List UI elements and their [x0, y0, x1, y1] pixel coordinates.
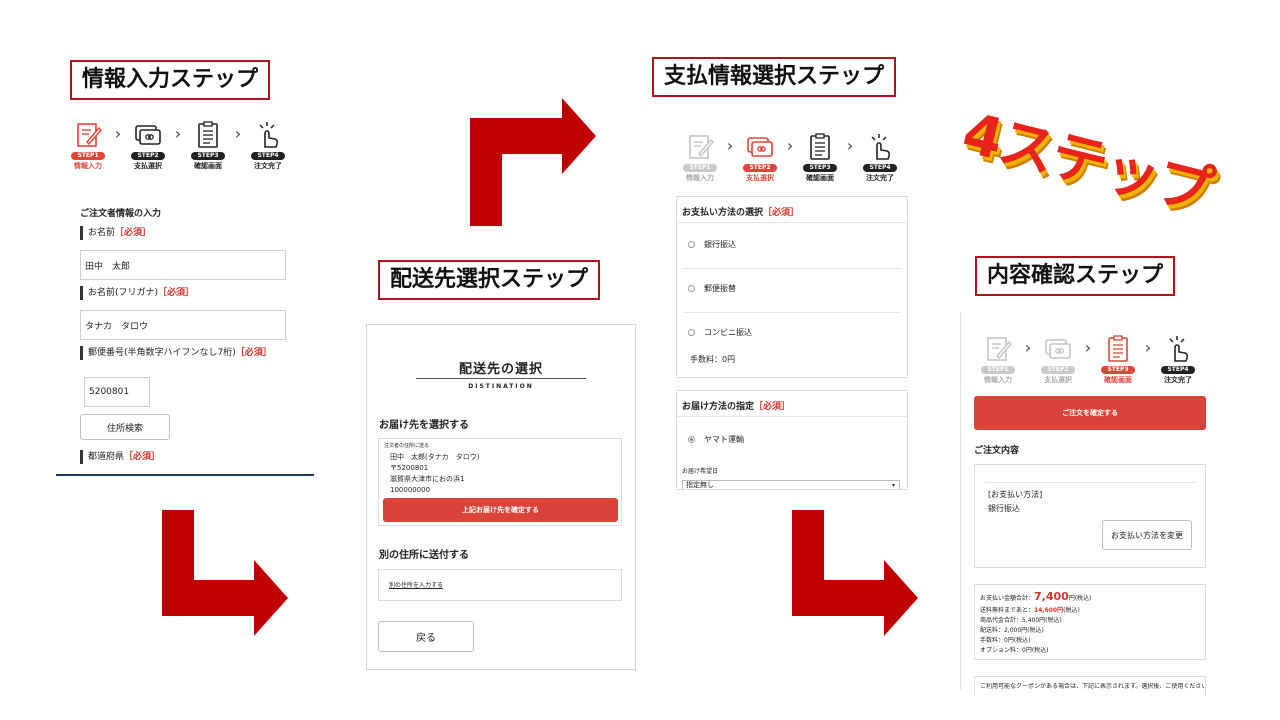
- title-destination: 配送先選択ステップ: [378, 260, 601, 300]
- payment-divider: [684, 312, 900, 313]
- step3: STEP3 確認画面: [798, 132, 842, 183]
- goods-total: 商品代金合計：5,400円(税込): [980, 617, 1062, 624]
- destination-title: 配送先の選択: [458, 362, 543, 377]
- radio-selected-icon: [688, 436, 695, 443]
- radio-icon: [688, 285, 695, 292]
- chevron-right-icon: ›: [846, 136, 854, 155]
- caret-down-icon: ▾: [891, 482, 895, 489]
- delivery-method-heading: お届け方法の指定［必須］: [682, 402, 791, 412]
- radio-icon: [688, 241, 695, 248]
- chevron-right-icon: ›: [726, 136, 734, 155]
- chevron-right-icon: ›: [174, 124, 182, 143]
- carrier-option-yamato[interactable]: ヤマト運輸: [688, 434, 744, 445]
- payment-summary-box: [974, 464, 1206, 568]
- address-name: 田中 太郎(タナカ タロウ): [390, 453, 480, 461]
- step2: STEP2 支払選択: [126, 120, 170, 171]
- step4: STEP4 注文完了: [1156, 334, 1200, 385]
- chevron-right-icon: ›: [1084, 338, 1092, 357]
- pencil-form-icon: [987, 337, 1012, 361]
- chevron-right-icon: ›: [786, 136, 794, 155]
- option-fee: オプション料：0円(税込): [980, 647, 1049, 654]
- coupon-note: ご利用可能なクーポンがある場合は、下記に表示されます。選択後、ご使用ください。: [980, 683, 1204, 690]
- step2: STEP2 支払選択: [738, 132, 782, 183]
- payment-method-heading: お支払い方法の選択［必須］: [682, 208, 800, 218]
- confirm-destination-button[interactable]: 上記お届け先を確定する: [383, 498, 618, 522]
- clipboard-checklist-icon: [198, 121, 218, 148]
- steps-indicator-info: STEP1 情報入力 › STEP2 支払選択 › STEP3 確認画面 › S…: [66, 120, 290, 171]
- step1: STEP1 情報入力: [976, 334, 1020, 385]
- confirm-order-button[interactable]: ご注文を確定する: [974, 396, 1206, 430]
- pencil-form-icon: [689, 135, 714, 159]
- headline-4-steps: 4ステップ: [956, 100, 1218, 225]
- radio-icon: [688, 329, 695, 336]
- steps-indicator-payment: STEP1 情報入力 › STEP2 支払選択 › STEP3 確認画面 › S…: [678, 132, 902, 183]
- destination-title-underline: [416, 378, 586, 379]
- payment-option-postal[interactable]: 郵便振替: [688, 283, 736, 294]
- clipboard-checklist-icon: [1108, 335, 1128, 362]
- back-button[interactable]: 戻る: [378, 621, 474, 652]
- finger-tap-icon: [1169, 336, 1189, 362]
- step4: STEP4 注文完了: [858, 132, 902, 183]
- flow-arrow-down-right-2: [792, 510, 918, 636]
- credit-card-icon: [1045, 339, 1071, 359]
- destination-subtitle: DISTINATION: [468, 383, 534, 390]
- delivery-date-select[interactable]: 指定無し ▾: [682, 480, 900, 489]
- flow-arrow-down-right-1: [162, 510, 288, 636]
- flow-arrow-up-right: [470, 98, 596, 226]
- chevron-right-icon: ›: [114, 124, 122, 143]
- pay-method-label: [お支払い方法]: [988, 490, 1043, 499]
- address-box-caption: 注文者の住所に送る: [384, 443, 430, 449]
- finger-tap-icon: [871, 134, 891, 160]
- other-address-heading: 別の住所に送付する: [379, 550, 469, 561]
- address-phone: 100000000: [390, 486, 431, 494]
- other-address-link[interactable]: 別の住所を入力する: [389, 580, 443, 589]
- prefecture-label: 都道府県［必須］: [80, 450, 160, 464]
- pay-method-value: 銀行振込: [988, 504, 1020, 513]
- total-amount: お支払い金額合計：7,400円(税込): [980, 590, 1092, 603]
- payment-divider: [684, 268, 900, 269]
- handling-fee: 手数料：0円(税込): [980, 637, 1031, 644]
- delivery-date-label: お届け希望日: [682, 468, 719, 475]
- step4: STEP4 注文完了: [246, 120, 290, 171]
- clipboard-checklist-icon: [810, 133, 830, 160]
- orderer-section-title: ご注文者情報の入力: [80, 209, 162, 219]
- steps-indicator-confirm: STEP1 情報入力 › STEP2 支払選択 › STEP3 確認画面 › S…: [976, 334, 1200, 385]
- title-payment: 支払情報選択ステップ: [652, 57, 897, 97]
- pencil-form-icon: [77, 123, 102, 147]
- summary-divider: [986, 482, 1196, 483]
- finger-tap-icon: [259, 122, 279, 148]
- name-input[interactable]: 田中 太郎: [80, 250, 286, 280]
- kana-input[interactable]: タナカ タロウ: [80, 310, 286, 340]
- select-destination-heading: お届け先を選択する: [379, 420, 469, 431]
- step2: STEP2 支払選択: [1036, 334, 1080, 385]
- shipping-fee: 配送料：2,000円(税込): [980, 627, 1044, 634]
- address-street: 滋賀県大津市におの浜1: [390, 475, 465, 483]
- payment-fee: 手数料：0円: [690, 355, 736, 364]
- step3: STEP3 確認画面: [186, 120, 230, 171]
- postal-input[interactable]: 5200801: [84, 377, 150, 407]
- kana-label: お名前(フリガナ)［必須］: [80, 286, 194, 300]
- chevron-right-icon: ›: [1024, 338, 1032, 357]
- payment-option-convenience[interactable]: コンビニ振込: [688, 327, 752, 338]
- title-confirm: 内容確認ステップ: [975, 256, 1176, 296]
- credit-card-icon: [747, 137, 773, 157]
- postal-label: 郵便番号(半角数字ハイフンなし7桁)［必須］: [80, 346, 272, 360]
- chevron-right-icon: ›: [234, 124, 242, 143]
- step1: STEP1 情報入力: [678, 132, 722, 183]
- payment-option-bank[interactable]: 銀行振込: [688, 239, 736, 250]
- step1: STEP1 情報入力: [66, 120, 110, 171]
- chevron-right-icon: ›: [1144, 338, 1152, 357]
- delivery-divider: [676, 416, 908, 417]
- payment-divider: [676, 222, 908, 223]
- address-search-button[interactable]: 住所検索: [80, 414, 170, 440]
- free-shipping-remaining: 送料無料まであと：14,600円(税込): [980, 607, 1080, 614]
- name-label: お名前［必須］: [80, 226, 151, 240]
- address-postal: 〒5200801: [390, 464, 429, 472]
- order-content-heading: ご注文内容: [974, 446, 1020, 456]
- change-payment-button[interactable]: お支払い方法を変更: [1102, 520, 1192, 550]
- credit-card-icon: [135, 125, 161, 145]
- title-info-input: 情報入力ステップ: [70, 60, 271, 100]
- step3: STEP3 確認画面: [1096, 334, 1140, 385]
